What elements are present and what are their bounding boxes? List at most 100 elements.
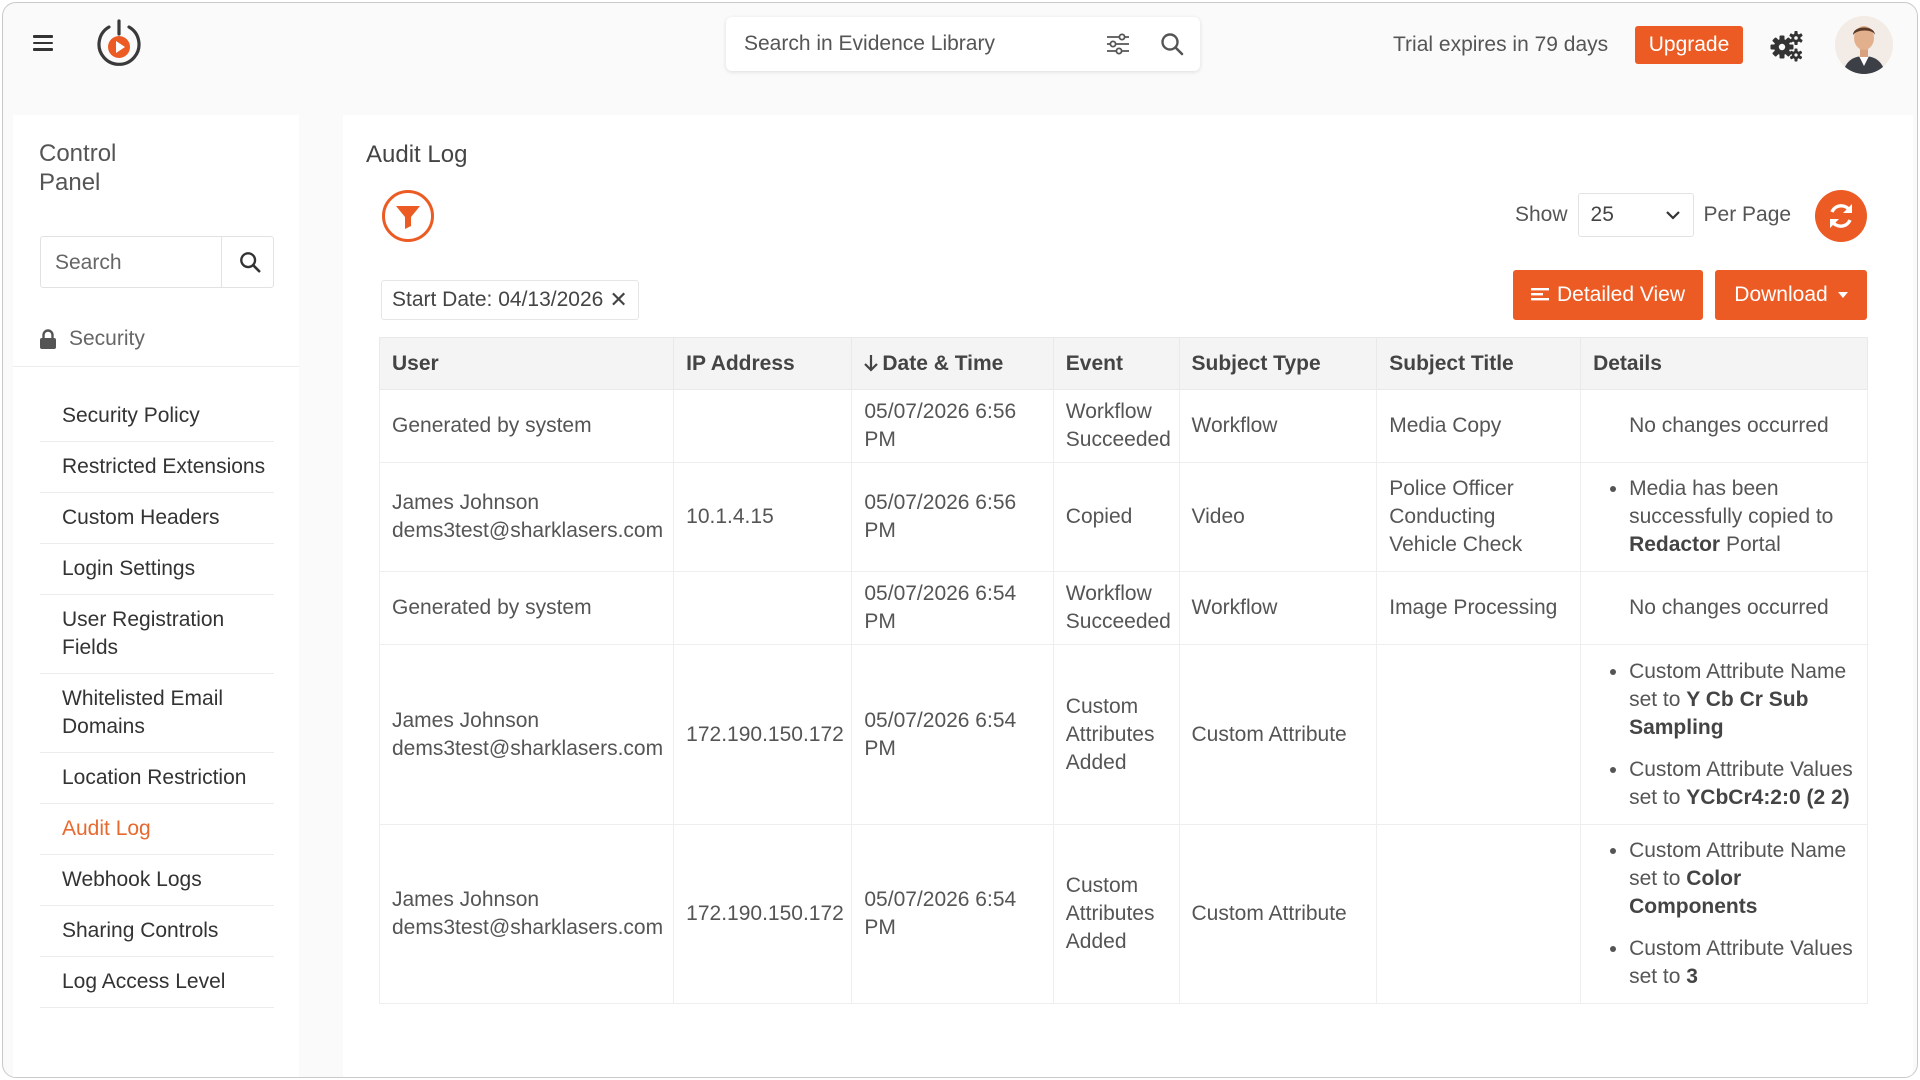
sidebar-item-restricted-extensions[interactable]: Restricted Extensions bbox=[40, 442, 274, 493]
cell-subject-title bbox=[1376, 824, 1582, 1004]
cell-user: Generated by system bbox=[378, 571, 675, 645]
detailed-view-button[interactable]: Detailed View bbox=[1513, 270, 1703, 320]
column-header-user[interactable]: User bbox=[378, 337, 675, 390]
cell-subject-title bbox=[1376, 644, 1582, 825]
table-row: Generated by system 05/07/2026 6:56 PM W… bbox=[378, 389, 1868, 463]
sidebar-search-input[interactable] bbox=[55, 249, 205, 277]
logo[interactable] bbox=[92, 18, 146, 72]
cell-event: Workflow Succeeded bbox=[1052, 389, 1180, 463]
cell-user: James Johnson dems3test@sharklasers.com bbox=[378, 824, 675, 1004]
cell-details: Custom Attribute Name set to Y Cb Cr Sub… bbox=[1580, 644, 1868, 825]
cell-subject-type: Workflow bbox=[1178, 389, 1378, 463]
cell-ip bbox=[673, 389, 853, 463]
details-value: Redactor bbox=[1629, 533, 1721, 556]
gears-icon[interactable] bbox=[1770, 30, 1804, 62]
sidebar-item-sharing-controls[interactable]: Sharing Controls bbox=[40, 906, 274, 957]
cell-event: Custom Attributes Added bbox=[1052, 824, 1180, 1004]
page-title: Audit Log bbox=[366, 141, 468, 168]
search-icon[interactable] bbox=[239, 251, 261, 273]
user-name: Generated by system bbox=[392, 596, 592, 619]
details-value: 3 bbox=[1686, 965, 1698, 988]
cell-datetime: 05/07/2026 6:56 PM bbox=[851, 462, 1054, 572]
cell-details: No changes occurred bbox=[1580, 571, 1868, 645]
per-page-select[interactable]: 25 bbox=[1577, 193, 1694, 237]
details-text: No changes occurred bbox=[1629, 414, 1829, 437]
cell-event: Copied bbox=[1052, 462, 1180, 572]
filter-chip-label: Start Date: 04/13/2026 bbox=[392, 288, 604, 311]
sidebar-section-label: Security bbox=[69, 327, 145, 350]
close-icon[interactable]: ✕ bbox=[609, 289, 627, 311]
sidebar-item-audit-log[interactable]: Audit Log bbox=[40, 804, 274, 855]
detailed-view-label: Detailed View bbox=[1556, 283, 1686, 306]
filter-button[interactable] bbox=[382, 190, 434, 242]
sidebar-menu: Security Policy Restricted Extensions Cu… bbox=[40, 391, 274, 1008]
details-list: Custom Attribute Name set to Color Compo… bbox=[1593, 837, 1855, 991]
cell-subject-type: Workflow bbox=[1178, 571, 1378, 645]
lock-icon bbox=[40, 329, 56, 349]
global-search bbox=[726, 17, 1200, 71]
filter-chip-start-date: Start Date: 04/13/2026 ✕ bbox=[381, 280, 639, 320]
sidebar-item-webhook-logs[interactable]: Webhook Logs bbox=[40, 855, 274, 906]
refresh-button[interactable] bbox=[1815, 190, 1867, 242]
app-window: Trial expires in 79 days Upgrade bbox=[2, 2, 1918, 1078]
cell-subject-type: Video bbox=[1178, 462, 1378, 572]
cell-details: Custom Attribute Name set to Color Compo… bbox=[1580, 824, 1868, 1004]
details-item: Media has been successfully copied to Re… bbox=[1629, 475, 1855, 559]
trial-notice: Trial expires in 79 days bbox=[1393, 33, 1609, 56]
column-header-label: Date & Time bbox=[882, 351, 1004, 375]
table-header-row: User IP Address Date & Time Event Subjec… bbox=[378, 337, 1868, 390]
sidebar-item-login-settings[interactable]: Login Settings bbox=[40, 544, 274, 595]
column-header-event[interactable]: Event bbox=[1052, 337, 1180, 390]
cell-subject-type: Custom Attribute bbox=[1178, 644, 1378, 825]
cell-ip: 172.190.150.172 bbox=[673, 644, 853, 825]
column-header-subject-type[interactable]: Subject Type bbox=[1178, 337, 1378, 390]
details-item: Custom Attribute Name set to Color Compo… bbox=[1629, 837, 1855, 921]
details-text: No changes occurred bbox=[1629, 596, 1829, 619]
column-header-ip-address[interactable]: IP Address bbox=[673, 337, 853, 390]
details-list: Media has been successfully copied to Re… bbox=[1593, 475, 1855, 559]
cell-user: James Johnson dems3test@sharklasers.com bbox=[378, 462, 675, 572]
table-row: James Johnson dems3test@sharklasers.com … bbox=[378, 462, 1868, 572]
sidebar-item-user-registration-fields[interactable]: User Registration Fields bbox=[40, 595, 274, 674]
search-icon[interactable] bbox=[1160, 32, 1184, 56]
hamburger-icon[interactable] bbox=[33, 35, 53, 51]
cell-user: Generated by system bbox=[378, 389, 675, 463]
details-value: YCbCr4:2:0 (2 2) bbox=[1686, 785, 1850, 809]
download-button[interactable]: Download bbox=[1715, 270, 1867, 320]
details-item: Custom Attribute Values set to YCbCr4:2:… bbox=[1629, 756, 1855, 812]
sidebar-item-whitelisted-email-domains[interactable]: Whitelisted Email Domains bbox=[40, 674, 274, 753]
user-name: James Johnson bbox=[392, 888, 540, 911]
column-header-date-time[interactable]: Date & Time bbox=[851, 337, 1054, 390]
table-row: Generated by system 05/07/2026 6:54 PM W… bbox=[378, 571, 1868, 645]
sidebar-item-location-restriction[interactable]: Location Restriction bbox=[40, 753, 274, 804]
details-suffix: Portal bbox=[1720, 533, 1781, 556]
column-header-details: Details bbox=[1580, 337, 1868, 390]
cell-details: Media has been successfully copied to Re… bbox=[1580, 462, 1868, 572]
table-row: James Johnson dems3test@sharklasers.com … bbox=[378, 824, 1868, 1004]
sidebar-item-log-access-level[interactable]: Log Access Level bbox=[40, 957, 274, 1008]
list-icon bbox=[1530, 288, 1549, 301]
global-search-input[interactable] bbox=[744, 27, 1084, 61]
cell-user: James Johnson dems3test@sharklasers.com bbox=[378, 644, 675, 825]
avatar[interactable] bbox=[1835, 16, 1893, 74]
details-text: Media has been successfully copied to bbox=[1629, 477, 1834, 528]
filter-sliders-icon[interactable] bbox=[1106, 33, 1130, 55]
refresh-icon bbox=[1830, 204, 1852, 228]
sidebar-item-security-policy[interactable]: Security Policy bbox=[40, 391, 274, 442]
funnel-icon bbox=[396, 206, 420, 229]
per-page-value: 25 bbox=[1590, 203, 1614, 226]
details-text: Custom Attribute Values set to bbox=[1629, 937, 1853, 988]
main-panel: Audit Log Show 25 Per Page Start Date: 0… bbox=[343, 115, 1913, 1077]
cell-subject-title: Image Processing bbox=[1376, 571, 1582, 645]
cell-event: Custom Attributes Added bbox=[1052, 644, 1180, 825]
sidebar-item-custom-headers[interactable]: Custom Headers bbox=[40, 493, 274, 544]
column-header-subject-title[interactable]: Subject Title bbox=[1376, 337, 1582, 390]
sidebar-title: Control Panel bbox=[39, 140, 117, 196]
sort-down-icon bbox=[864, 354, 879, 372]
user-email: dems3test@sharklasers.com bbox=[392, 519, 664, 542]
divider bbox=[13, 366, 299, 367]
details-item: Custom Attribute Values set to 3 bbox=[1629, 935, 1855, 991]
cell-subject-type: Custom Attribute bbox=[1178, 824, 1378, 1004]
table-row: James Johnson dems3test@sharklasers.com … bbox=[378, 644, 1868, 825]
upgrade-button[interactable]: Upgrade bbox=[1635, 26, 1743, 64]
